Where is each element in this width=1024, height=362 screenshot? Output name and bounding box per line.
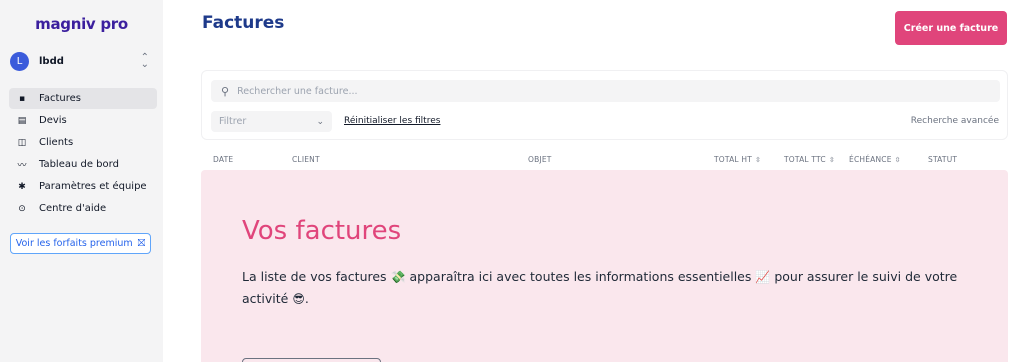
search-icon: ⚲	[221, 84, 230, 98]
column-total-ttc[interactable]: TOTAL TTC ⇳	[784, 155, 835, 164]
org-name: lbdd	[39, 55, 64, 67]
sidebar-item-tableau-de-bord[interactable]: 〰 Tableau de bord	[9, 154, 157, 175]
sidebar-item-label: Paramètres et équipe	[39, 181, 147, 192]
sidebar-item-clients[interactable]: ◫ Clients	[9, 132, 157, 153]
sidebar-item-label: Tableau de bord	[39, 159, 119, 170]
sidebar-item-label: Clients	[39, 137, 74, 148]
column-client[interactable]: CLIENT	[292, 155, 320, 164]
sidebar-item-devis[interactable]: ▤ Devis	[9, 110, 157, 131]
filter-select[interactable]: Filtrer ⌄	[211, 111, 332, 132]
column-echeance[interactable]: ÉCHÉANCE ⇳	[849, 155, 901, 164]
empty-state-description: La liste de vos factures 💸 apparaîtra ic…	[242, 269, 958, 306]
reset-filters-link[interactable]: Réinitialiser les filtres	[344, 116, 440, 126]
search-input[interactable]	[237, 85, 938, 97]
empty-state-panel: Vos factures La liste de vos factures 💸 …	[201, 170, 1008, 362]
advanced-search-link[interactable]: Recherche avancée	[911, 116, 999, 126]
column-objet[interactable]: OBJET	[528, 155, 552, 164]
sort-icon: ⇳	[894, 156, 901, 164]
empty-state-title: Vos factures	[242, 216, 402, 246]
premium-plans-button[interactable]: Voir les forfaits premium ⛝	[10, 233, 151, 254]
create-invoice-button[interactable]: Créer une facture	[895, 11, 1007, 45]
org-switcher[interactable]: L lbdd ⌃ ⌄	[10, 51, 153, 71]
premium-plans-label: Voir les forfaits premium	[15, 238, 133, 249]
money-emoji-icon: 💸	[390, 270, 406, 284]
search-bar: ⚲	[211, 80, 1000, 102]
chevron-down-icon: ⌄	[316, 116, 324, 127]
sort-icon: ⇳	[755, 156, 762, 164]
sidebar-item-parametres[interactable]: ✱ Paramètres et équipe	[9, 176, 157, 197]
sunglasses-emoji-icon: 😎	[292, 292, 305, 306]
empty-state-button[interactable]	[242, 358, 381, 362]
sort-icon: ⇳	[828, 156, 835, 164]
sidebar-item-label: Devis	[39, 115, 67, 126]
page-title: Factures	[202, 13, 285, 33]
column-date[interactable]: DATE	[213, 155, 233, 164]
gift-icon: ⛝	[137, 238, 146, 249]
sidebar-item-centre-aide[interactable]: ⊙ Centre d'aide	[9, 198, 157, 219]
avatar: L	[10, 51, 29, 71]
help-icon: ⊙	[18, 203, 26, 214]
sidebar-item-factures[interactable]: ▪ Factures	[9, 88, 157, 109]
gear-icon: ✱	[18, 181, 26, 192]
sidebar-item-label: Factures	[39, 93, 81, 104]
sidebar: magniv pro L lbdd ⌃ ⌄ ▪ Factures ▤ Devis …	[0, 0, 163, 362]
column-statut[interactable]: STATUT	[928, 155, 957, 164]
sidebar-item-label: Centre d'aide	[39, 203, 107, 214]
chart-line-icon: 〰	[17, 161, 27, 171]
column-total-ht[interactable]: TOTAL HT ⇳	[714, 155, 761, 164]
sidebar-nav: ▪ Factures ▤ Devis ◫ Clients 〰 Tableau d…	[9, 88, 157, 220]
app-logo[interactable]: magniv pro	[0, 15, 163, 33]
filter-select-placeholder: Filtrer	[219, 116, 247, 127]
contact-icon: ◫	[17, 137, 27, 148]
chevron-updown-icon: ⌃ ⌄	[140, 52, 149, 70]
table-header: DATE CLIENT OBJET TOTAL HT ⇳ TOTAL TTC ⇳ É…	[201, 150, 1008, 170]
document-icon: ▤	[17, 115, 27, 126]
file-icon: ▪	[18, 93, 26, 104]
filter-panel: ⚲ Filtrer ⌄ Réinitialiser les filtres Re…	[201, 70, 1008, 140]
chart-emoji-icon: 📈	[755, 270, 771, 284]
